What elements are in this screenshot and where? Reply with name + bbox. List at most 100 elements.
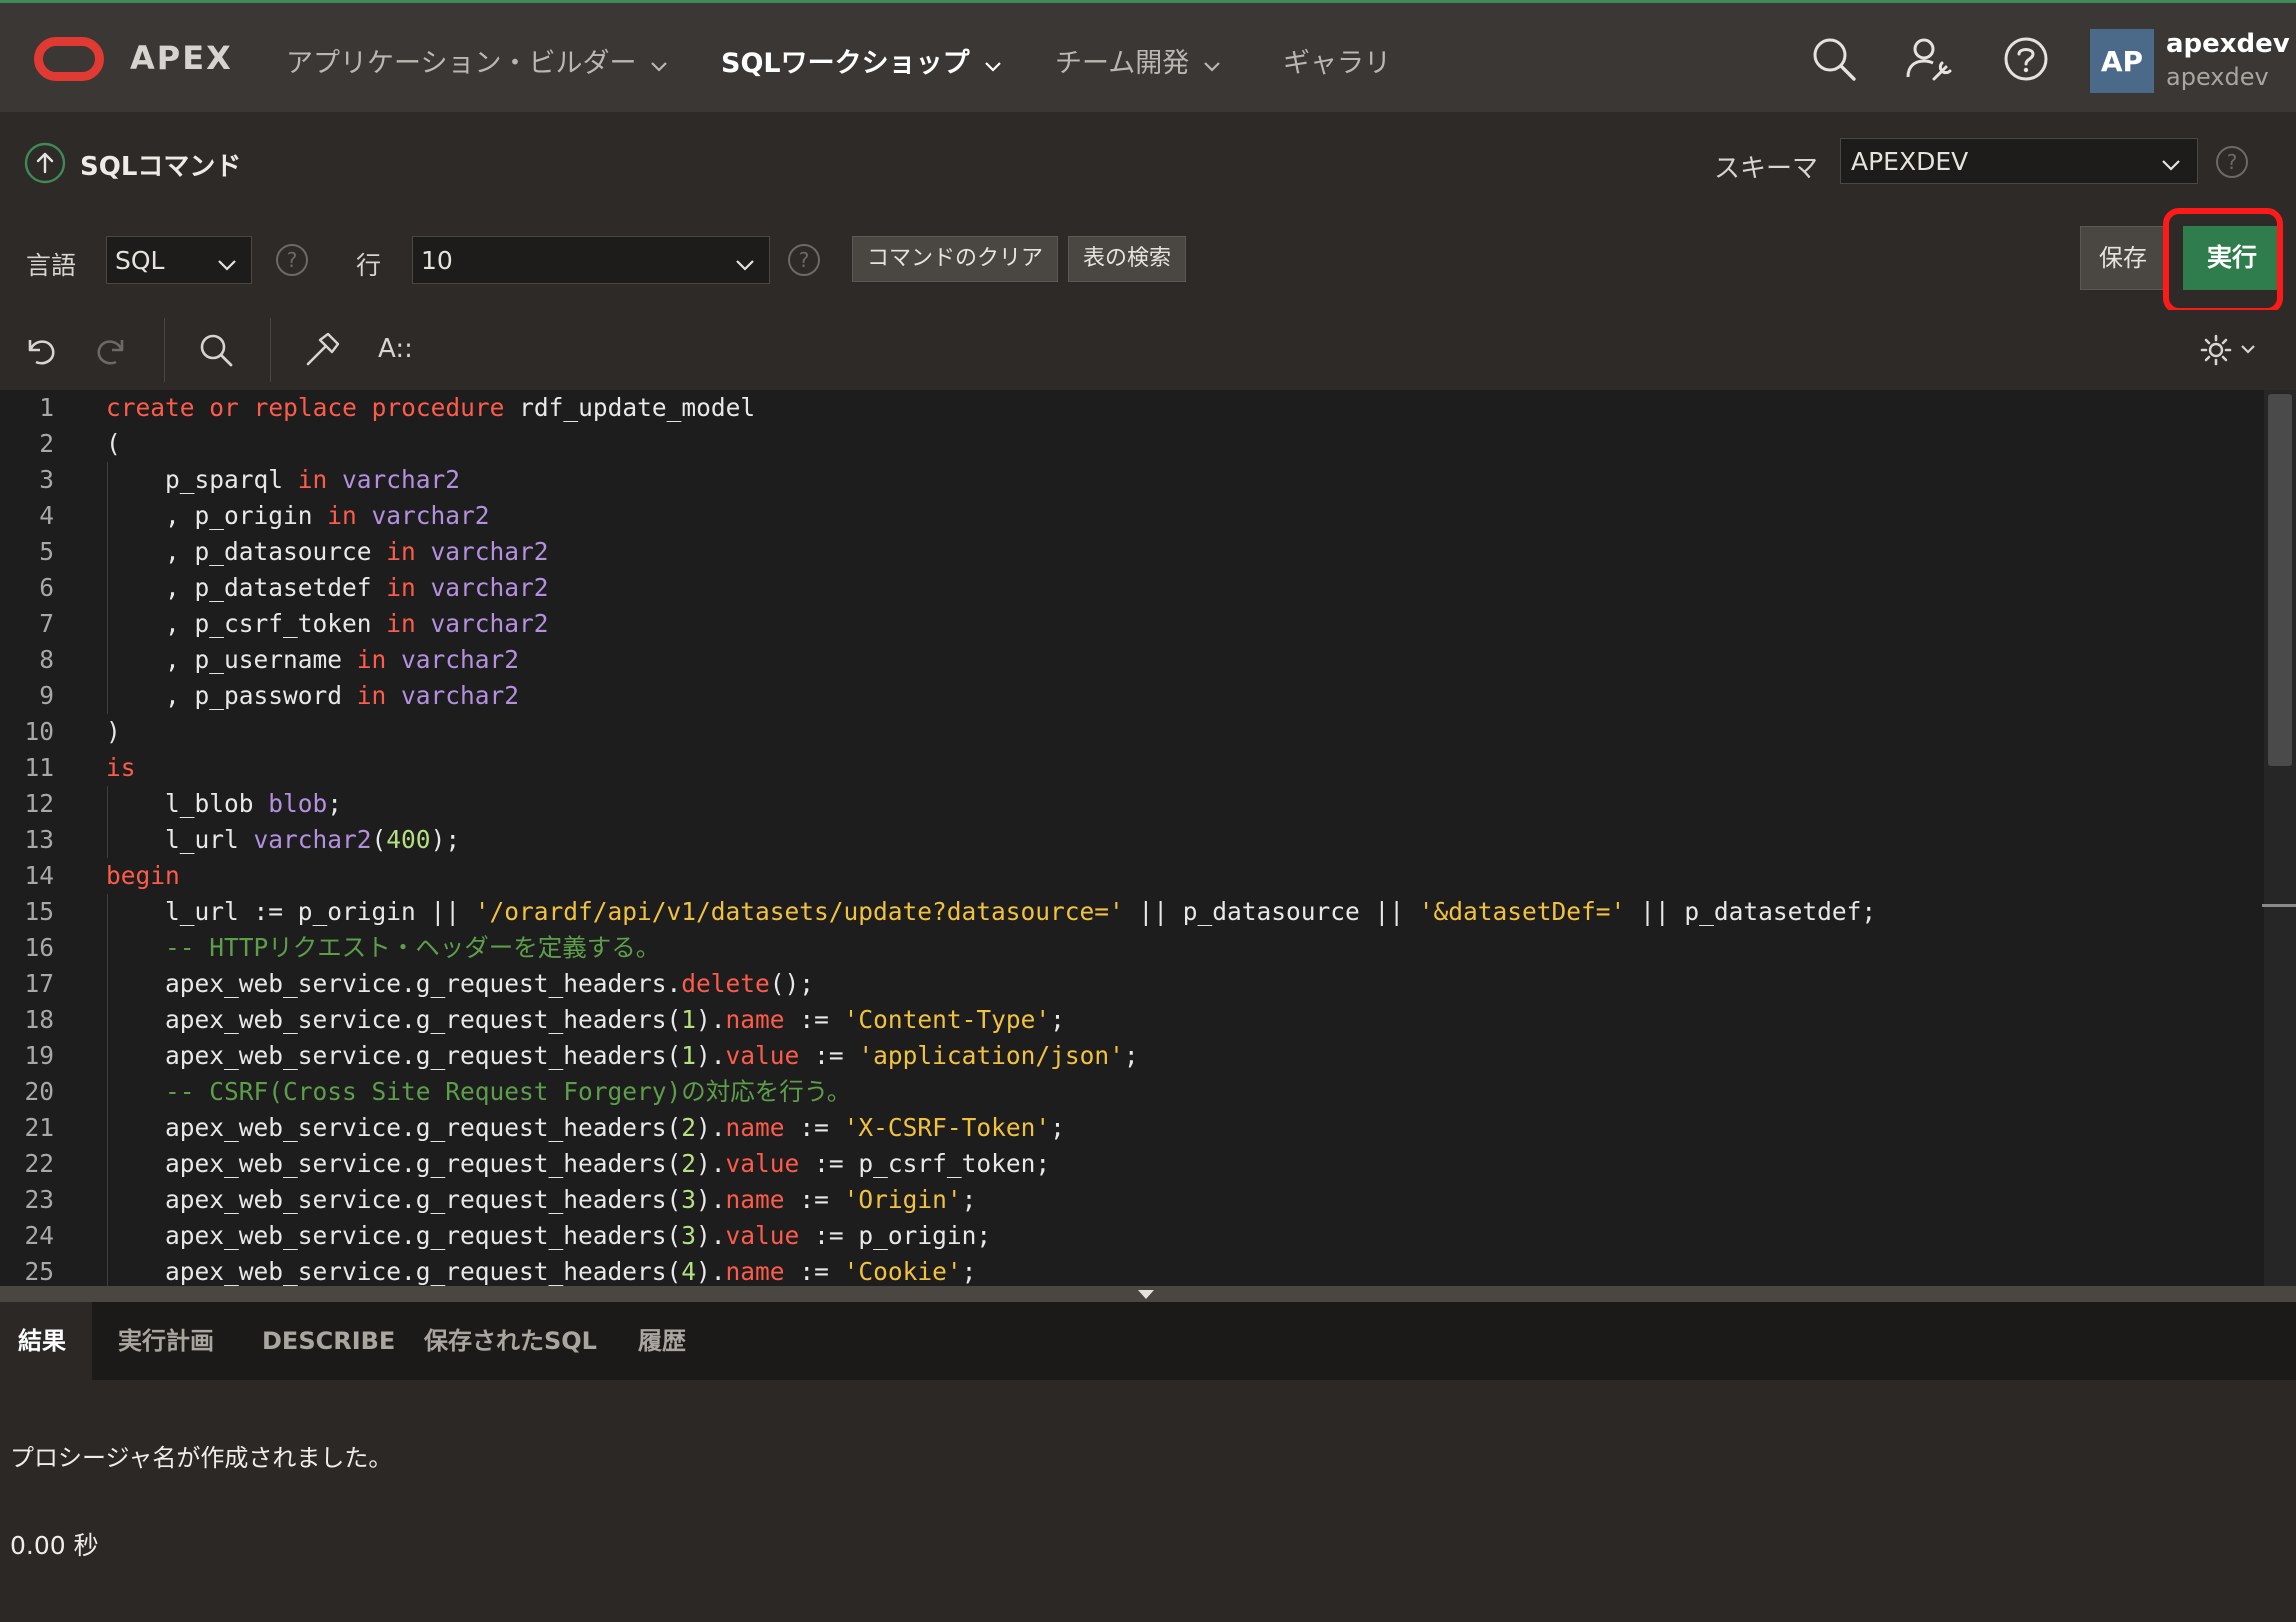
- code-text[interactable]: l_url varchar2(400);: [106, 822, 460, 858]
- line-number: 22: [24, 1149, 54, 1178]
- code-text[interactable]: apex_web_service.g_request_headers(1).na…: [106, 1002, 1065, 1038]
- editor-scrollbar-thumb[interactable]: [2268, 394, 2292, 766]
- toolbar-divider: [270, 318, 271, 382]
- line-number: 23: [24, 1185, 54, 1214]
- save-button[interactable]: 保存: [2080, 226, 2166, 290]
- code-text[interactable]: create or replace procedure rdf_update_m…: [106, 390, 755, 426]
- tab-describe[interactable]: DESCRIBE: [244, 1302, 413, 1380]
- settings-gear-icon[interactable]: [2198, 330, 2262, 370]
- arrow-up-icon[interactable]: [24, 142, 66, 184]
- rows-select[interactable]: 10: [412, 236, 770, 284]
- code-text[interactable]: -- HTTPリクエスト・ヘッダーを定義する。: [106, 930, 660, 966]
- scrollbar-marker: [2262, 904, 2296, 907]
- format-icon[interactable]: A::: [378, 334, 413, 364]
- code-text[interactable]: apex_web_service.g_request_headers(2).na…: [106, 1110, 1065, 1146]
- code-line[interactable]: 12 l_blob blob;: [0, 786, 2262, 822]
- code-text[interactable]: begin: [106, 858, 180, 894]
- administration-icon[interactable]: [1904, 33, 1956, 85]
- code-content[interactable]: 1 create or replace procedure rdf_update_…: [0, 390, 2262, 1286]
- code-text[interactable]: apex_web_service.g_request_headers.delet…: [106, 966, 814, 1002]
- code-line[interactable]: 19 apex_web_service.g_request_headers(1)…: [0, 1038, 2262, 1074]
- code-text[interactable]: , p_password in varchar2: [106, 678, 519, 714]
- brand-name[interactable]: APEX: [130, 39, 233, 77]
- code-line[interactable]: 22 apex_web_service.g_request_headers(2)…: [0, 1146, 2262, 1182]
- hammer-icon[interactable]: [302, 330, 342, 370]
- code-text[interactable]: apex_web_service.g_request_headers(2).va…: [106, 1146, 1050, 1182]
- toolbar-divider: [164, 318, 165, 382]
- results-panel: プロシージャ名が作成されました。 0.00 秒: [0, 1380, 2296, 1622]
- line-number: 1: [39, 393, 54, 422]
- undo-icon[interactable]: [20, 330, 60, 370]
- code-line[interactable]: 20 -- CSRF(Cross Site Request Forgery)の対…: [0, 1074, 2262, 1110]
- rows-help-icon[interactable]: ?: [788, 244, 820, 276]
- command-toolbar: 言語 SQL ? 行 10 ? コマンドのクリア 表の検索 保存 実行: [0, 210, 2296, 311]
- clear-command-button[interactable]: コマンドのクリア: [852, 236, 1059, 282]
- code-line[interactable]: 9 , p_password in varchar2: [0, 678, 2262, 714]
- chevron-down-icon: [2161, 149, 2181, 178]
- code-line[interactable]: 2(: [0, 426, 2262, 462]
- code-line[interactable]: 13 l_url varchar2(400);: [0, 822, 2262, 858]
- code-line[interactable]: 11 is: [0, 750, 2262, 786]
- panel-splitter[interactable]: [0, 1286, 2296, 1302]
- code-line[interactable]: 18 apex_web_service.g_request_headers(1)…: [0, 1002, 2262, 1038]
- chevron-down-icon: [650, 49, 668, 80]
- code-editor[interactable]: 1 create or replace procedure rdf_update_…: [0, 390, 2296, 1286]
- user-name[interactable]: apexdev: [2166, 29, 2290, 59]
- code-line[interactable]: 17 apex_web_service.g_request_headers.de…: [0, 966, 2262, 1002]
- code-text[interactable]: , p_origin in varchar2: [106, 498, 490, 534]
- schema-help-icon[interactable]: ?: [2216, 146, 2248, 178]
- code-line[interactable]: 3 p_sparql in varchar2: [0, 462, 2262, 498]
- line-number: 11: [24, 753, 54, 782]
- code-text[interactable]: l_blob blob;: [106, 786, 342, 822]
- code-text[interactable]: apex_web_service.g_request_headers(1).va…: [106, 1038, 1139, 1074]
- code-line[interactable]: 1 create or replace procedure rdf_update_…: [0, 390, 2262, 426]
- code-line[interactable]: 5 , p_datasource in varchar2: [0, 534, 2262, 570]
- nav-app-builder[interactable]: アプリケーション・ビルダー: [286, 41, 668, 80]
- code-text[interactable]: , p_datasetdef in varchar2: [106, 570, 549, 606]
- code-text[interactable]: p_sparql in varchar2: [106, 462, 460, 498]
- tab-results[interactable]: 結果: [0, 1302, 92, 1380]
- code-line[interactable]: 23 apex_web_service.g_request_headers(3)…: [0, 1182, 2262, 1218]
- nav-sql-workshop[interactable]: SQLワークショップ: [721, 41, 1002, 80]
- code-line[interactable]: 15 l_url := p_origin || '/orardf/api/v1/…: [0, 894, 2262, 930]
- code-text[interactable]: l_url := p_origin || '/orardf/api/v1/dat…: [106, 894, 1876, 930]
- code-text[interactable]: apex_web_service.g_request_headers(3).va…: [106, 1218, 991, 1254]
- nav-gallery[interactable]: ギャラリ: [1283, 41, 1391, 80]
- code-text[interactable]: apex_web_service.g_request_headers(4).na…: [106, 1254, 976, 1286]
- search-icon[interactable]: [1808, 33, 1860, 85]
- code-text[interactable]: , p_csrf_token in varchar2: [106, 606, 549, 642]
- code-line[interactable]: 24 apex_web_service.g_request_headers(3)…: [0, 1218, 2262, 1254]
- rows-label: 行: [356, 251, 382, 280]
- find-icon[interactable]: [196, 330, 236, 370]
- tab-history[interactable]: 履歴: [620, 1302, 704, 1380]
- code-line[interactable]: 4 , p_origin in varchar2: [0, 498, 2262, 534]
- tab-saved-sql[interactable]: 保存されたSQL: [406, 1302, 615, 1380]
- code-line[interactable]: 14 begin: [0, 858, 2262, 894]
- code-text[interactable]: ): [106, 714, 121, 750]
- top-navigation-bar: APEX アプリケーション・ビルダー SQLワークショップ チーム開発 ギャラリ…: [0, 0, 2296, 112]
- find-table-button[interactable]: 表の検索: [1068, 236, 1187, 282]
- code-line[interactable]: 25 apex_web_service.g_request_headers(4)…: [0, 1254, 2262, 1286]
- redo-icon[interactable]: [92, 330, 132, 370]
- code-text[interactable]: , p_username in varchar2: [106, 642, 519, 678]
- language-select[interactable]: SQL: [106, 236, 252, 284]
- code-line[interactable]: 8 , p_username in varchar2: [0, 642, 2262, 678]
- code-text[interactable]: -- CSRF(Cross Site Request Forgery)の対応を行…: [106, 1074, 851, 1110]
- code-line[interactable]: 21 apex_web_service.g_request_headers(2)…: [0, 1110, 2262, 1146]
- code-text[interactable]: (: [106, 426, 121, 462]
- user-avatar[interactable]: AP: [2090, 29, 2154, 93]
- code-line[interactable]: 16 -- HTTPリクエスト・ヘッダーを定義する。: [0, 930, 2262, 966]
- help-icon[interactable]: [2000, 33, 2052, 85]
- code-text[interactable]: , p_datasource in varchar2: [106, 534, 549, 570]
- nav-team-development[interactable]: チーム開発: [1055, 41, 1221, 80]
- code-text[interactable]: is: [106, 750, 136, 786]
- code-text[interactable]: apex_web_service.g_request_headers(3).na…: [106, 1182, 976, 1218]
- code-line[interactable]: 6 , p_datasetdef in varchar2: [0, 570, 2262, 606]
- code-line[interactable]: 10): [0, 714, 2262, 750]
- language-help-icon[interactable]: ?: [276, 244, 308, 276]
- schema-select[interactable]: APEXDEV: [1840, 138, 2198, 184]
- tab-explain-plan[interactable]: 実行計画: [100, 1302, 232, 1380]
- code-line[interactable]: 7 , p_csrf_token in varchar2: [0, 606, 2262, 642]
- oracle-logo-icon[interactable]: [34, 37, 104, 81]
- collapse-arrow-icon[interactable]: [1138, 1290, 1154, 1299]
